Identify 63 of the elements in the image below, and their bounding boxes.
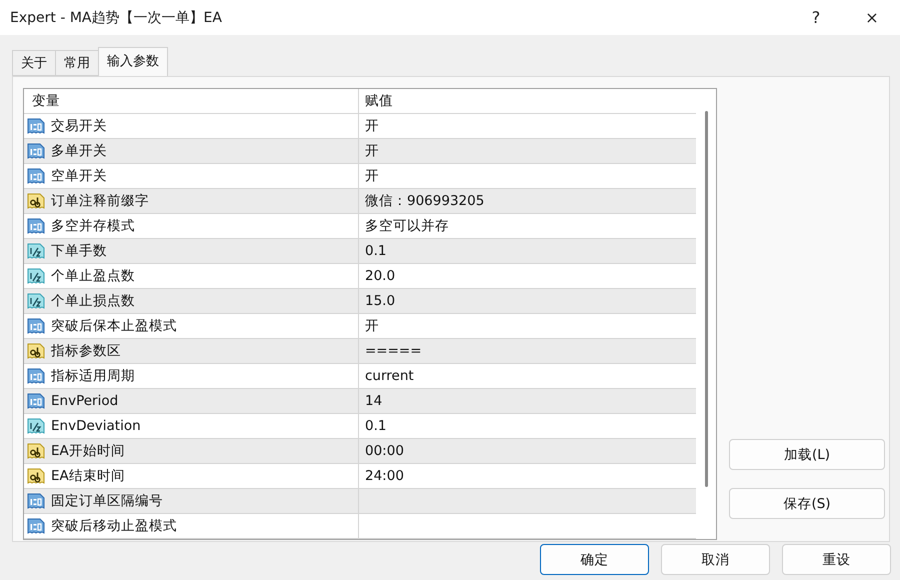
column-header[interactable]: 赋值 (365, 92, 393, 110)
help-button[interactable]: ? (788, 0, 844, 35)
parameter-name: 个单止盈点数 (51, 267, 135, 285)
tab[interactable]: 输入参数 (98, 47, 168, 76)
decimal-type-icon (27, 267, 45, 285)
parameter-value: 24:00 (365, 468, 404, 484)
parameter-name: EnvDeviation (51, 418, 141, 434)
tab[interactable]: 常用 (55, 50, 99, 76)
parameter-name: 个单止损点数 (51, 292, 135, 310)
parameter-value: 14 (365, 393, 382, 409)
parameter-name: 指标参数区 (51, 342, 121, 360)
parameter-name: EnvPeriod (51, 393, 118, 409)
number-type-icon (27, 167, 45, 185)
dialog-button[interactable]: 重设 (782, 544, 891, 575)
decimal-type-icon (27, 292, 45, 310)
text-type-icon (27, 442, 45, 460)
parameter-name: EA结束时间 (51, 467, 125, 485)
column-header[interactable]: 变量 (32, 92, 60, 110)
decimal-type-icon (27, 242, 45, 260)
number-type-icon (27, 117, 45, 135)
parameter-name: 指标适用周期 (51, 367, 135, 385)
parameter-value: ===== (365, 343, 422, 359)
parameter-name: 下单手数 (51, 242, 107, 260)
parameter-name: 空单开关 (51, 167, 107, 185)
number-type-icon (27, 492, 45, 510)
number-type-icon (27, 392, 45, 410)
parameter-value: 开 (365, 317, 379, 335)
close-button[interactable]: × (844, 0, 900, 35)
parameter-value: 0.1 (365, 243, 386, 259)
parameter-name: 订单注释前缀字 (51, 192, 149, 210)
text-type-icon (27, 467, 45, 485)
parameter-name: 固定订单区隔编号 (51, 492, 163, 510)
parameter-value: 多空可以并存 (365, 217, 449, 235)
scrollbar-thumb[interactable] (704, 111, 708, 487)
parameter-value: 开 (365, 117, 379, 135)
dialog-button[interactable]: 确定 (540, 544, 649, 575)
parameter-name: 突破后保本止盈模式 (51, 317, 177, 335)
tab[interactable]: 关于 (12, 50, 56, 76)
parameter-name: 突破后移动止盈模式 (51, 517, 177, 535)
number-type-icon (27, 317, 45, 335)
text-type-icon (27, 192, 45, 210)
parameter-value: 20.0 (365, 268, 396, 284)
parameter-value: 00:00 (365, 443, 404, 459)
window-title: Expert - MA趋势【一次一单】EA (10, 8, 223, 26)
parameter-name: 交易开关 (51, 117, 107, 135)
number-type-icon (27, 142, 45, 160)
parameter-value: current (365, 368, 414, 384)
number-type-icon (27, 517, 45, 535)
number-type-icon (27, 217, 45, 235)
parameter-value: 微信：906993205 (365, 192, 484, 210)
parameter-value: 开 (365, 142, 379, 160)
parameter-name: EA开始时间 (51, 442, 125, 460)
text-type-icon (27, 342, 45, 360)
save-button[interactable]: 保存(S) (729, 488, 885, 519)
parameter-name: 多空并存模式 (51, 217, 135, 235)
parameter-value: 开 (365, 167, 379, 185)
parameter-name: 多单开关 (51, 142, 107, 160)
decimal-type-icon (27, 417, 45, 435)
dialog-button[interactable]: 取消 (661, 544, 770, 575)
load-button[interactable]: 加载(L) (729, 439, 885, 470)
number-type-icon (27, 367, 45, 385)
parameter-value: 15.0 (365, 293, 396, 309)
parameter-value: 0.1 (365, 418, 386, 434)
